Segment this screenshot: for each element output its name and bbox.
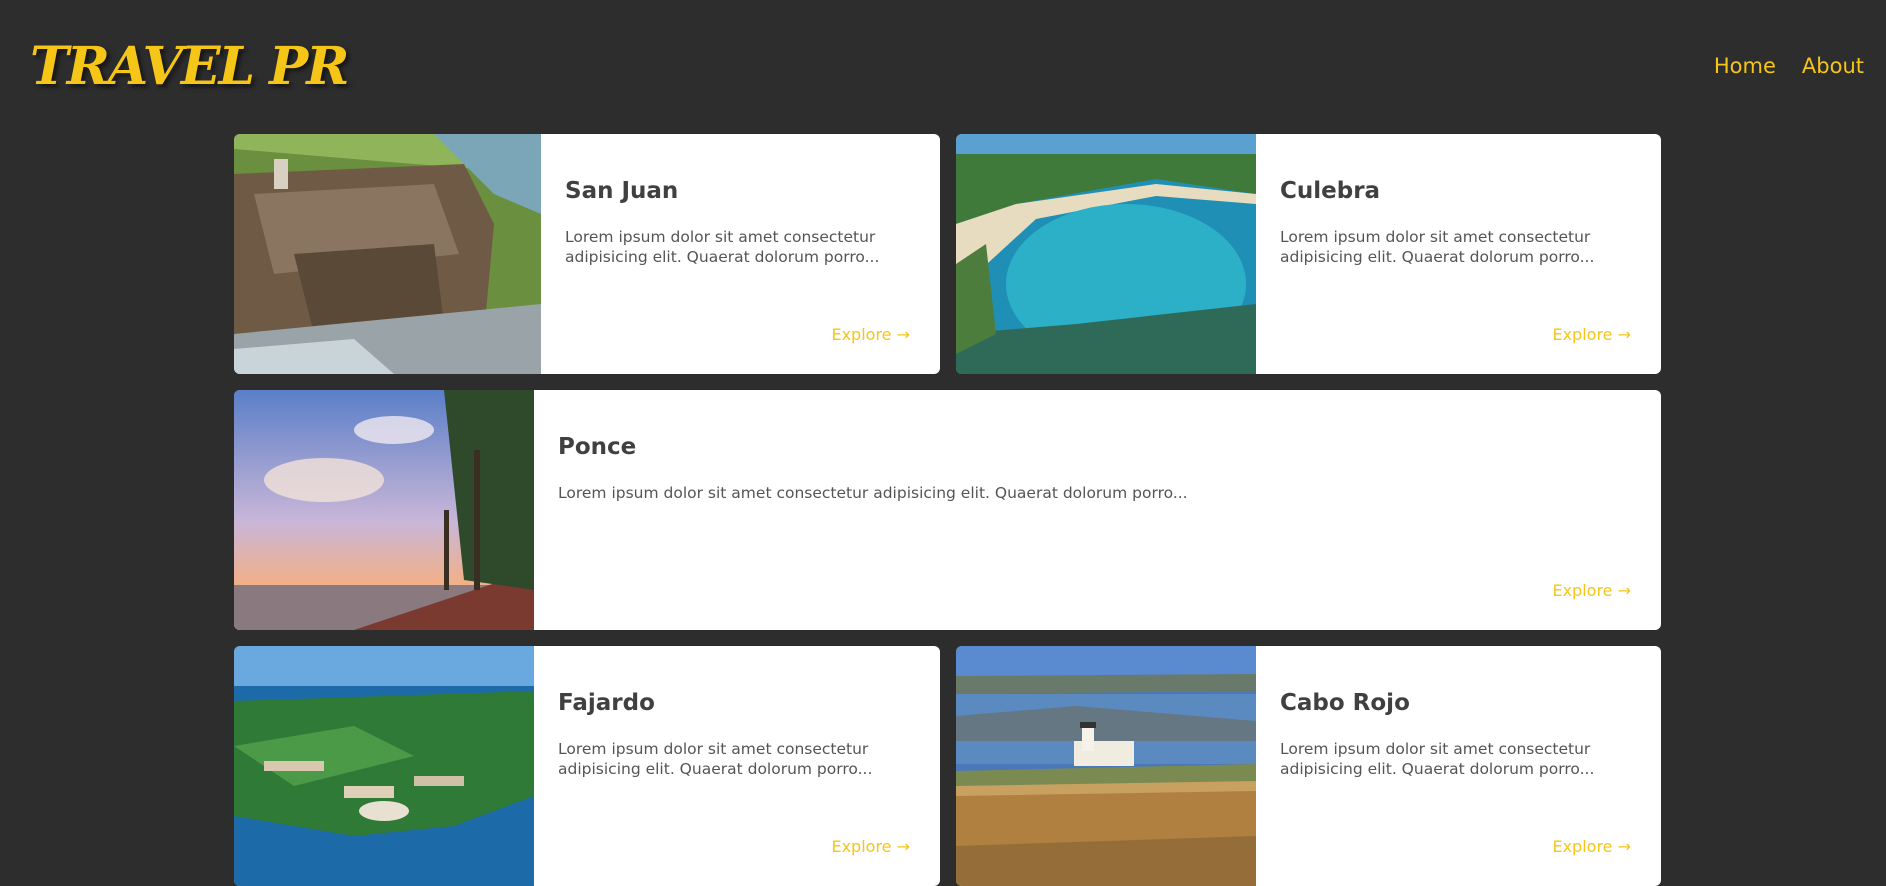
explore-link[interactable]: Explore → — [1552, 581, 1631, 600]
card-description: Lorem ipsum dolor sit amet consectetur a… — [565, 228, 880, 266]
explore-link[interactable]: Explore → — [1552, 325, 1631, 344]
destination-card-ponce: Ponce Lorem ipsum dolor sit amet consect… — [234, 390, 1661, 630]
card-body: Ponce Lorem ipsum dolor sit amet consect… — [534, 390, 1661, 630]
coastal-resort-aerial-photo — [234, 646, 534, 886]
destination-card-cabo-rojo: Cabo Rojo Lorem ipsum dolor sit amet con… — [956, 646, 1661, 886]
card-body: Culebra Lorem ipsum dolor sit amet conse… — [1256, 134, 1661, 374]
nav-link-about[interactable]: About — [1802, 54, 1864, 78]
card-body: Fajardo Lorem ipsum dolor sit amet conse… — [534, 646, 940, 886]
turquoise-bay-photo — [956, 134, 1256, 374]
card-title: Fajardo — [558, 690, 655, 716]
sunset-boardwalk-palms-photo — [234, 390, 534, 630]
explore-link[interactable]: Explore → — [831, 837, 910, 856]
main-nav: Home About — [1714, 54, 1864, 78]
card-title: Culebra — [1280, 178, 1381, 204]
site-header: TRAVEL PR Home About — [0, 0, 1886, 134]
explore-link[interactable]: Explore → — [831, 325, 910, 344]
fortress-cliff-photo — [234, 134, 541, 374]
card-title: Ponce — [558, 434, 637, 460]
site-logo[interactable]: TRAVEL PR — [30, 36, 349, 97]
card-description: Lorem ipsum dolor sit amet consectetur a… — [558, 740, 873, 778]
nav-link-home[interactable]: Home — [1714, 54, 1776, 78]
card-title: Cabo Rojo — [1280, 690, 1410, 716]
card-title: San Juan — [565, 178, 679, 204]
destination-card-san-juan: San Juan Lorem ipsum dolor sit amet cons… — [234, 134, 940, 374]
card-body: San Juan Lorem ipsum dolor sit amet cons… — [541, 134, 940, 374]
card-description: Lorem ipsum dolor sit amet consectetur a… — [1280, 228, 1595, 266]
destination-card-fajardo: Fajardo Lorem ipsum dolor sit amet conse… — [234, 646, 940, 886]
card-description: Lorem ipsum dolor sit amet consectetur a… — [558, 484, 1188, 502]
explore-link[interactable]: Explore → — [1552, 837, 1631, 856]
card-body: Cabo Rojo Lorem ipsum dolor sit amet con… — [1256, 646, 1661, 886]
destination-card-culebra: Culebra Lorem ipsum dolor sit amet conse… — [956, 134, 1661, 374]
card-description: Lorem ipsum dolor sit amet consectetur a… — [1280, 740, 1595, 778]
lighthouse-cliff-photo — [956, 646, 1256, 886]
